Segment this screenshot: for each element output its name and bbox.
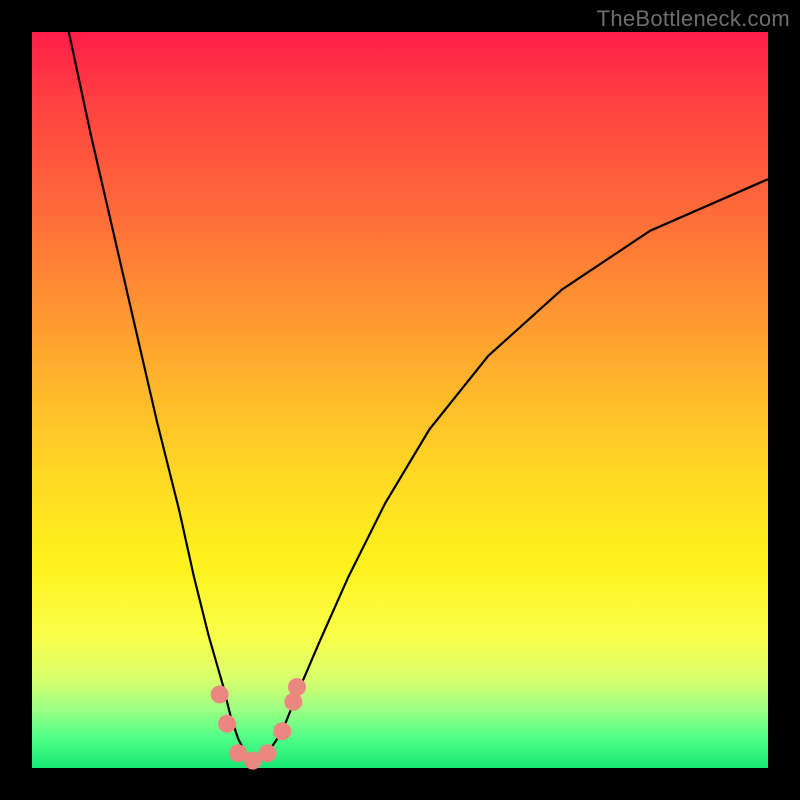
chart-plot-area <box>32 32 768 768</box>
marker-left-cluster-mid <box>218 715 236 733</box>
watermark-text: TheBottleneck.com <box>597 6 790 32</box>
chart-frame: TheBottleneck.com <box>0 0 800 800</box>
chart-svg <box>32 32 768 768</box>
marker-group <box>211 678 306 770</box>
marker-right-cluster-top2 <box>288 678 306 696</box>
marker-valley-right <box>259 744 277 762</box>
marker-right-cluster-mid <box>273 722 291 740</box>
marker-left-cluster-top <box>211 685 229 703</box>
bottleneck-curve <box>69 32 768 761</box>
